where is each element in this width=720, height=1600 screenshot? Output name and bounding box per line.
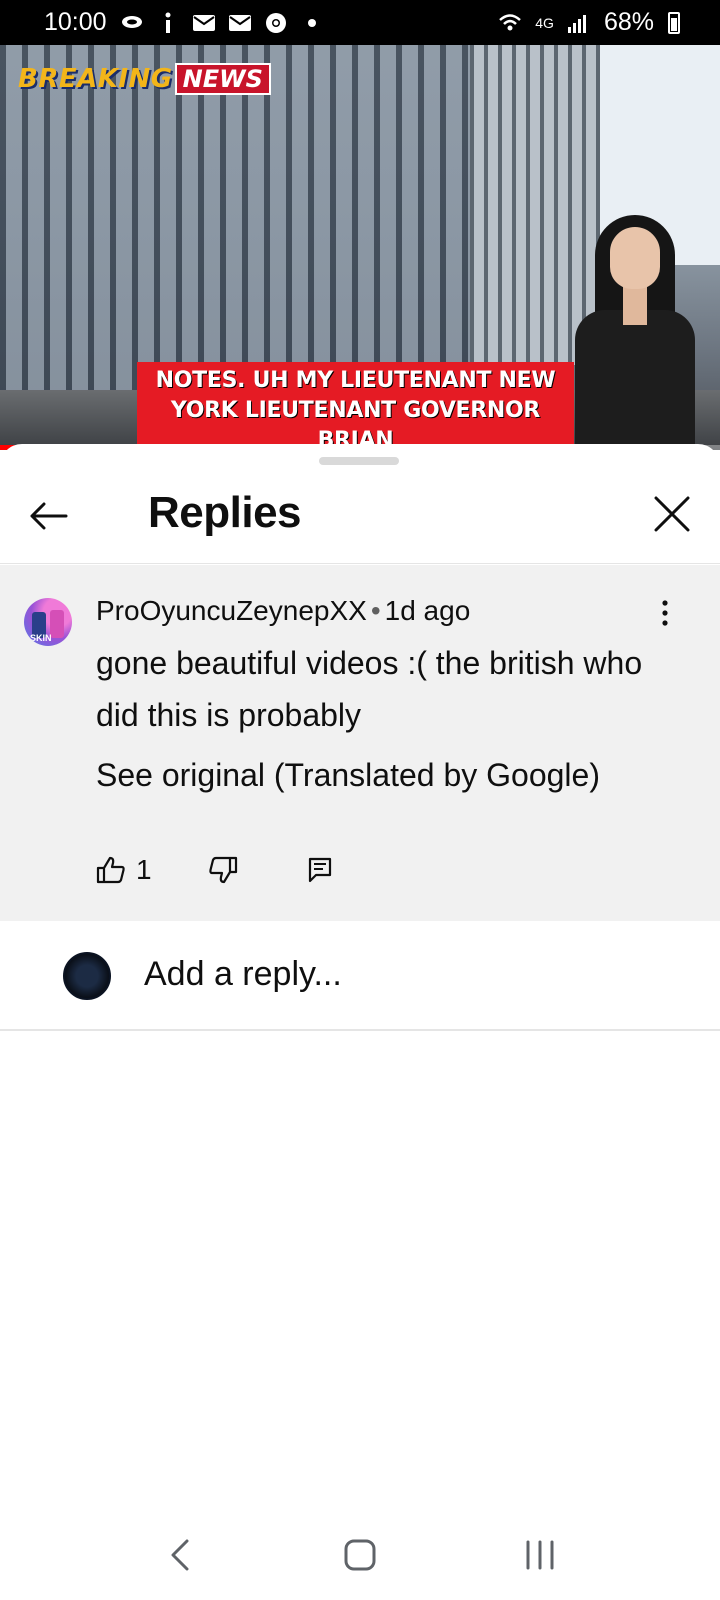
network-label: 4G (535, 14, 554, 31)
dislike-button[interactable] (208, 850, 238, 890)
nav-recents-button[interactable] (510, 1525, 570, 1585)
replies-header: Replies (0, 474, 720, 564)
info-icon (157, 12, 179, 34)
battery-icon (668, 11, 680, 34)
status-bar: 10:00 4G 68% (0, 0, 720, 45)
back-button[interactable] (26, 494, 70, 538)
thumbs-down-icon (208, 856, 237, 884)
mail-icon (228, 12, 251, 34)
nav-home-button[interactable] (330, 1525, 390, 1585)
breaking-label: BREAKING (18, 64, 173, 94)
avatar-text: SKIN (30, 633, 52, 643)
comment-meta: ProOyuncuZeynepXX • 1d ago (96, 595, 470, 627)
arrow-left-icon (30, 502, 68, 530)
drag-handle[interactable] (319, 457, 399, 465)
comment-text: gone beautiful videos :( the british who… (96, 645, 643, 733)
news-presenter (565, 215, 715, 450)
dot-icon (301, 12, 323, 34)
thumbs-up-icon (96, 856, 125, 884)
see-original-link[interactable]: See original (Translated by Google) (96, 757, 600, 794)
like-button[interactable]: 1 (96, 850, 208, 890)
comment-icon (308, 857, 331, 883)
chrome-icon (265, 12, 287, 34)
reply-button[interactable] (308, 850, 332, 890)
home-icon (344, 1539, 376, 1571)
close-button[interactable] (650, 492, 694, 536)
more-options-button[interactable] (650, 593, 680, 633)
replies-sheet: Replies SKIN ProOyuncuZeynepXX • 1d ago go… (0, 444, 720, 1600)
chevron-left-icon (171, 1539, 189, 1571)
meta-separator: • (370, 595, 381, 626)
nav-back-button[interactable] (150, 1525, 210, 1585)
add-reply-input[interactable]: Add a reply... (144, 955, 342, 994)
reply-composer[interactable]: Add a reply... (0, 921, 720, 1031)
recents-icon (526, 1540, 554, 1570)
video-caption: NOTES. UH MY LIEUTENANT NEW YORK LIEUTEN… (137, 362, 574, 450)
mail-icon (192, 12, 215, 34)
chat-bubble-icon (121, 12, 143, 34)
comment-card: SKIN ProOyuncuZeynepXX • 1d ago gone beaut… (0, 565, 720, 921)
like-count: 1 (136, 854, 152, 885)
status-bar-left: 10:00 (44, 8, 323, 37)
avatar[interactable]: SKIN (24, 598, 72, 646)
comment-author[interactable]: ProOyuncuZeynepXX (96, 595, 367, 626)
news-label: NEWS (174, 63, 271, 95)
status-bar-right: 4G 68% (499, 8, 680, 37)
comment-time: 1d ago (384, 595, 471, 626)
more-vert-icon (662, 600, 668, 626)
comment-actions: 1 (96, 850, 332, 890)
wifi-icon (499, 12, 522, 34)
system-nav-bar (0, 1510, 720, 1600)
signal-icon (567, 12, 590, 34)
battery-percent: 68% (603, 8, 654, 36)
clock: 10:00 (44, 8, 107, 36)
page-title: Replies (148, 488, 302, 537)
video-player[interactable]: BREAKING NEWS NOTES. UH MY LIEUTENANT NEW… (0, 45, 720, 450)
breaking-news-logo: BREAKING NEWS (18, 63, 271, 95)
close-icon (654, 496, 690, 532)
avatar (63, 952, 111, 1000)
